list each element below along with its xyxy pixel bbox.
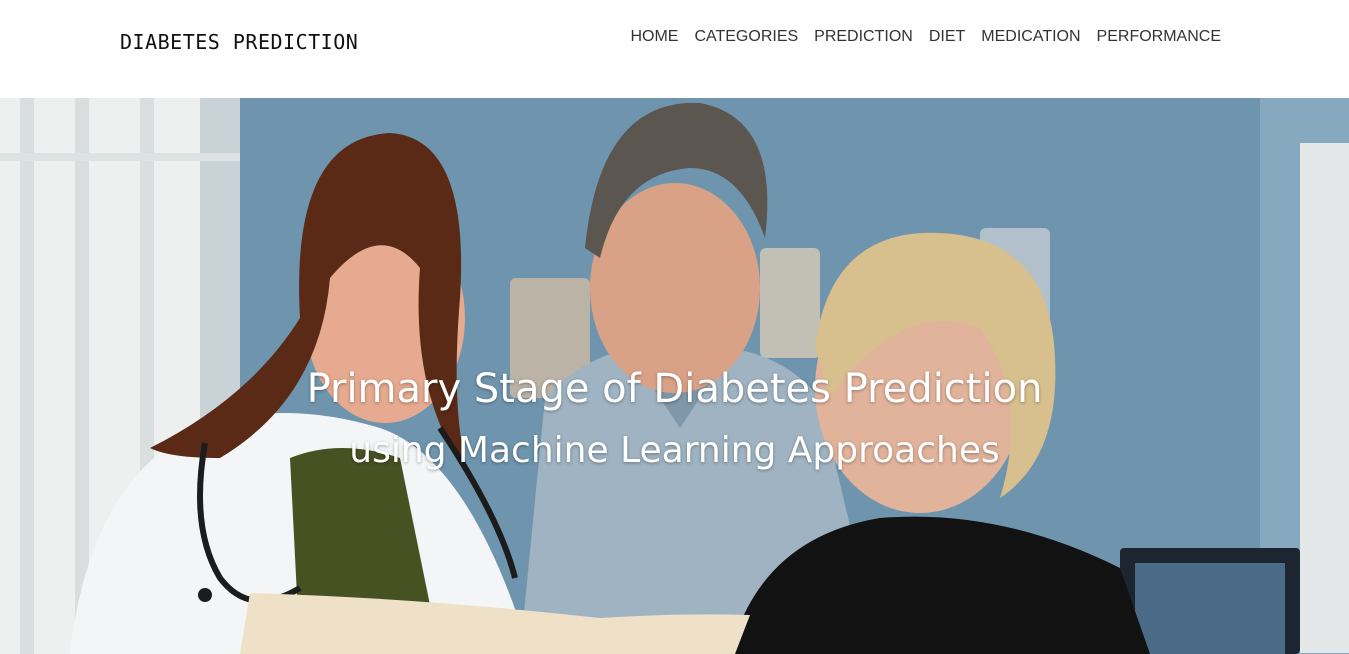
nav-performance[interactable]: PERFORMANCE xyxy=(1097,28,1221,46)
navbar: DIABETES PREDICTION HOME CATEGORIES PRED… xyxy=(0,0,1349,98)
nav-medication[interactable]: MEDICATION xyxy=(981,28,1080,46)
main-nav: HOME CATEGORIES PREDICTION DIET MEDICATI… xyxy=(630,28,1221,46)
nav-prediction[interactable]: PREDICTION xyxy=(814,28,913,46)
nav-categories[interactable]: CATEGORIES xyxy=(694,28,798,46)
site-brand[interactable]: DIABETES PREDICTION xyxy=(120,30,358,54)
hero-subtitle: using Machine Learning Approaches xyxy=(349,430,1000,471)
hero-title: Primary Stage of Diabetes Prediction xyxy=(306,366,1043,412)
nav-diet[interactable]: DIET xyxy=(929,28,965,46)
nav-home[interactable]: HOME xyxy=(630,28,678,46)
hero-banner: Primary Stage of Diabetes Prediction usi… xyxy=(0,98,1349,654)
